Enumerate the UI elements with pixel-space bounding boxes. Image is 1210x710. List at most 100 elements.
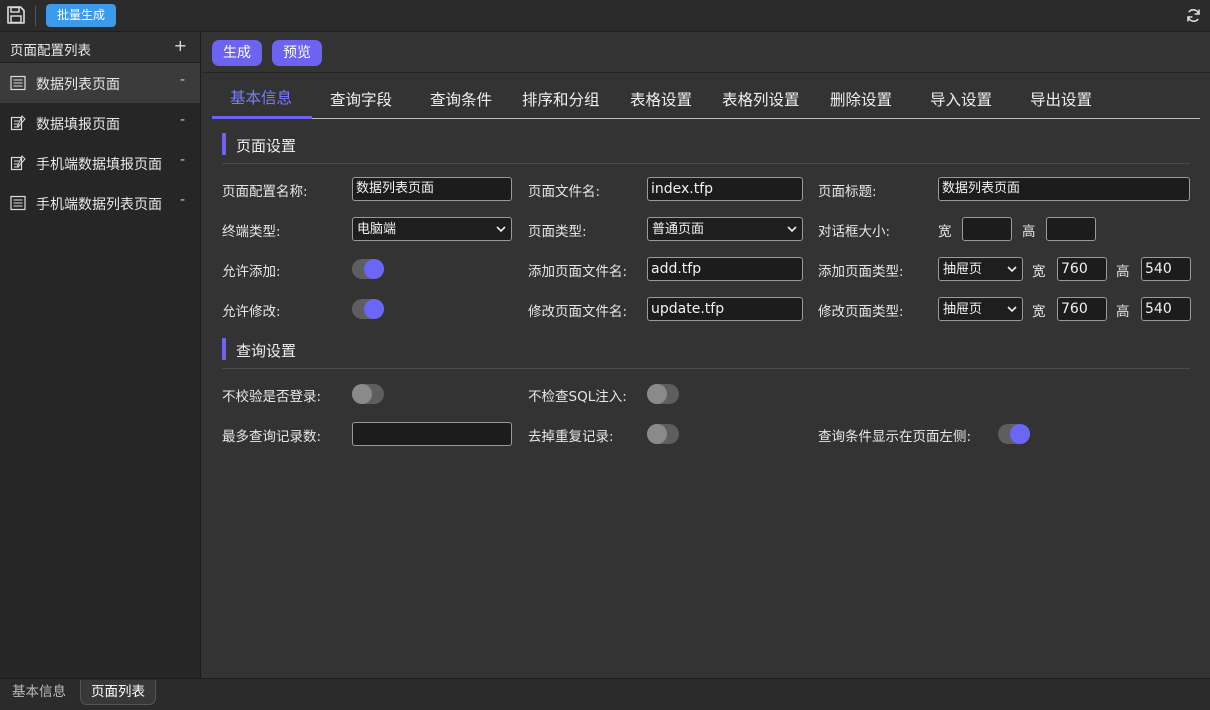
page-config-sidebar: 页面配置列表 + 数据列表页面 - 数据填报页面 - 手机端数据填报页面 - 手… <box>0 32 201 678</box>
file-name-input[interactable]: index.tfp <box>647 177 803 201</box>
no-login-check-label: 不校验是否登录: <box>222 389 322 405</box>
list-page-icon <box>10 195 26 211</box>
sidebar-title: 页面配置列表 <box>10 43 91 59</box>
sidebar-item-form-page[interactable]: 数据填报页面 - <box>0 103 200 143</box>
form-page-icon <box>10 115 26 131</box>
allow-add-label: 允许添加: <box>222 264 281 280</box>
bottom-tab-basic-info[interactable]: 基本信息 <box>2 680 76 704</box>
add-file-name-input[interactable]: add.tfp <box>647 257 803 281</box>
add-height-input[interactable]: 540 <box>1141 257 1191 281</box>
dialog-height-label: 高 <box>1022 224 1036 240</box>
tab-query-fields[interactable]: 查询字段 <box>330 88 392 110</box>
chevron-down-icon <box>496 226 506 233</box>
add-height-label: 高 <box>1116 264 1130 280</box>
main-panel: 生成 预览 基本信息 查询字段 查询条件 排序和分组 表格设置 表格列设置 删除… <box>202 32 1210 678</box>
add-page-button[interactable]: + <box>174 36 187 55</box>
add-width-label: 宽 <box>1032 264 1046 280</box>
save-icon[interactable] <box>6 5 26 25</box>
remove-page-button[interactable]: - <box>180 72 185 88</box>
toolbar-divider <box>35 6 36 26</box>
left-conditions-toggle[interactable] <box>998 424 1030 444</box>
add-width-input[interactable]: 760 <box>1057 257 1107 281</box>
list-page-icon <box>10 75 26 91</box>
batch-generate-button[interactable]: 批量生成 <box>46 4 116 27</box>
page-type-label: 页面类型: <box>528 224 587 240</box>
edit-page-type-label: 修改页面类型: <box>818 304 904 320</box>
generate-button[interactable]: 生成 <box>212 40 262 66</box>
terminal-type-value: 电脑端 <box>357 222 397 237</box>
dialog-size-label: 对话框大小: <box>818 224 891 240</box>
remove-page-button[interactable]: - <box>180 192 185 208</box>
settings-tabs: 基本信息 查询字段 查询条件 排序和分组 表格设置 表格列设置 删除设置 导入设… <box>212 80 1200 119</box>
chevron-down-icon <box>1007 306 1017 313</box>
tab-sort-group[interactable]: 排序和分组 <box>522 88 600 110</box>
bottom-tab-page-list[interactable]: 页面列表 <box>80 680 156 705</box>
max-records-input[interactable] <box>352 422 512 446</box>
sidebar-item-mobile-list-page[interactable]: 手机端数据列表页面 - <box>0 183 200 223</box>
edit-file-name-label: 修改页面文件名: <box>528 304 628 320</box>
tab-basic-info[interactable]: 基本信息 <box>230 86 292 108</box>
edit-page-type-select[interactable]: 抽屉页 <box>938 297 1023 321</box>
edit-file-name-input[interactable]: update.tfp <box>647 297 803 321</box>
section-marker <box>222 133 226 155</box>
dedupe-toggle[interactable] <box>647 424 679 444</box>
file-name-label: 页面文件名: <box>528 184 601 200</box>
toggle-knob <box>647 384 667 404</box>
page-type-select[interactable]: 普通页面 <box>647 217 803 241</box>
edit-width-label: 宽 <box>1032 304 1046 320</box>
page-settings-header: 页面设置 <box>222 133 1190 164</box>
toggle-knob <box>647 424 667 444</box>
action-bar: 生成 预览 <box>202 32 1210 73</box>
no-login-check-toggle[interactable] <box>352 384 384 404</box>
config-name-input[interactable]: 数据列表页面 <box>352 177 512 201</box>
dialog-width-label: 宽 <box>938 224 952 240</box>
page-type-value: 普通页面 <box>652 222 705 237</box>
add-page-type-select[interactable]: 抽屉页 <box>938 257 1023 281</box>
top-toolbar: 批量生成 <box>0 0 1210 32</box>
form-page-icon <box>10 155 26 171</box>
section-title: 页面设置 <box>236 137 297 155</box>
add-file-name-label: 添加页面文件名: <box>528 264 628 280</box>
terminal-type-select[interactable]: 电脑端 <box>352 217 512 241</box>
edit-width-input[interactable]: 760 <box>1057 297 1107 321</box>
terminal-type-label: 终端类型: <box>222 224 281 240</box>
allow-edit-label: 允许修改: <box>222 304 281 320</box>
dedupe-label: 去掉重复记录: <box>528 429 614 445</box>
sidebar-item-label: 手机端数据填报页面 <box>36 157 162 173</box>
no-sql-check-toggle[interactable] <box>647 384 679 404</box>
active-tab-indicator <box>212 116 312 119</box>
sidebar-item-label: 数据列表页面 <box>36 77 120 93</box>
dialog-height-input[interactable] <box>1046 217 1096 241</box>
chevron-down-icon <box>787 226 797 233</box>
no-sql-check-label: 不检查SQL注入: <box>528 389 627 405</box>
remove-page-button[interactable]: - <box>180 152 185 168</box>
page-title-input[interactable]: 数据列表页面 <box>938 177 1190 201</box>
tab-import-settings[interactable]: 导入设置 <box>930 88 992 110</box>
tab-table-settings[interactable]: 表格设置 <box>630 88 692 110</box>
tab-column-settings[interactable]: 表格列设置 <box>722 88 800 110</box>
toggle-knob <box>352 384 372 404</box>
add-page-type-value: 抽屉页 <box>943 262 983 277</box>
section-marker <box>222 338 226 360</box>
remove-page-button[interactable]: - <box>180 112 185 128</box>
page-title-label: 页面标题: <box>818 184 877 200</box>
edit-height-label: 高 <box>1116 304 1130 320</box>
left-conditions-label: 查询条件显示在页面左侧: <box>818 429 972 445</box>
allow-edit-toggle[interactable] <box>352 299 384 319</box>
refresh-icon[interactable] <box>1185 7 1202 24</box>
max-records-label: 最多查询记录数: <box>222 429 322 445</box>
sidebar-item-list-page[interactable]: 数据列表页面 - <box>0 63 200 103</box>
edit-height-input[interactable]: 540 <box>1141 297 1191 321</box>
sidebar-item-mobile-form-page[interactable]: 手机端数据填报页面 - <box>0 143 200 183</box>
preview-button[interactable]: 预览 <box>272 40 322 66</box>
query-settings-header: 查询设置 <box>222 338 1190 369</box>
section-title: 查询设置 <box>236 342 297 360</box>
chevron-down-icon <box>1007 266 1017 273</box>
dialog-width-input[interactable] <box>962 217 1012 241</box>
allow-add-toggle[interactable] <box>352 259 384 279</box>
tab-query-conditions[interactable]: 查询条件 <box>430 88 492 110</box>
toggle-knob <box>364 299 384 319</box>
tab-delete-settings[interactable]: 删除设置 <box>830 88 892 110</box>
tab-export-settings[interactable]: 导出设置 <box>1030 88 1092 110</box>
add-page-type-label: 添加页面类型: <box>818 264 904 280</box>
